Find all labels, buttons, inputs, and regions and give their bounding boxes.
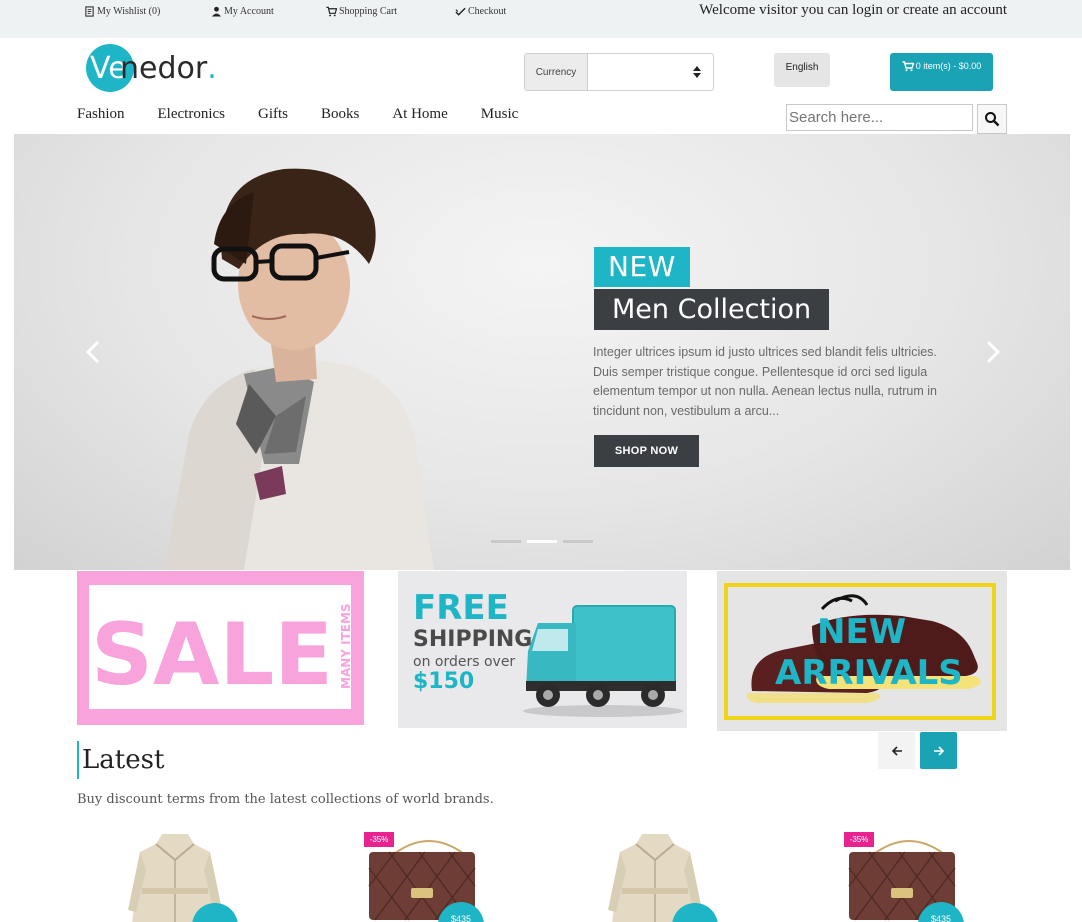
free-shipping-art: FREE SHIPPING on orders over $150 <box>413 588 683 717</box>
arrivals-line1: NEW <box>817 612 906 652</box>
sale-side-text: MANY ITEMS <box>339 603 353 689</box>
product-card[interactable] <box>110 828 270 922</box>
shop-now-button[interactable]: SHOP NOW <box>594 435 699 467</box>
latest-section-title: Latest <box>77 741 164 779</box>
wishlist-icon <box>85 6 94 17</box>
discount-badge: -35% <box>364 832 394 847</box>
currency-label: Currency <box>525 54 588 90</box>
cart-icon <box>902 61 914 72</box>
main-nav: Fashion Electronics Gifts Books At Home … <box>77 106 551 123</box>
nav-item-at-home[interactable]: At Home <box>392 106 447 123</box>
new-arrivals-banner[interactable]: NEW ARRIVALS <box>717 571 1007 731</box>
top-bar: My Wishlist (0) My Account Shopping Cart… <box>0 0 1082 38</box>
currency-select[interactable] <box>588 54 713 90</box>
sale-banner[interactable]: SALE MANY ITEMS <box>77 571 364 725</box>
nav-item-electronics[interactable]: Electronics <box>158 106 225 123</box>
nav-item-music[interactable]: Music <box>481 106 519 123</box>
product-card[interactable] <box>590 828 750 922</box>
shopping-cart-link[interactable]: Shopping Cart <box>326 6 397 17</box>
cart-icon <box>326 6 337 17</box>
sale-banner-art: SALE MANY ITEMS <box>91 603 353 705</box>
search-button[interactable] <box>977 104 1007 134</box>
new-arrivals-art: NEW ARRIVALS <box>724 583 996 720</box>
hero-prev-arrow[interactable] <box>84 340 104 364</box>
wishlist-link[interactable]: My Wishlist (0) <box>84 6 160 17</box>
cart-summary-label: 0 item(s) - $0.00 <box>915 61 982 71</box>
language-button[interactable]: English <box>774 53 830 87</box>
nav-item-gifts[interactable]: Gifts <box>258 106 288 123</box>
logo-dot: . <box>207 50 217 86</box>
arrow-left-icon <box>891 745 902 756</box>
search-icon <box>985 112 1000 127</box>
user-icon <box>211 6 222 17</box>
hero-slider: NEW Men Collection Integer ultrices ipsu… <box>14 134 1070 570</box>
nav-item-fashion[interactable]: Fashion <box>77 106 125 123</box>
checkout-link[interactable]: Checkout <box>455 6 506 17</box>
welcome-message[interactable]: Welcome visitor you can login or create … <box>699 2 1007 19</box>
check-icon <box>455 7 466 16</box>
latest-section-subtitle: Buy discount terms from the latest colle… <box>77 792 494 807</box>
latest-prev-button[interactable] <box>878 732 915 769</box>
shopping-cart-label: Shopping Cart <box>339 6 398 17</box>
hero-next-arrow[interactable] <box>982 340 1002 364</box>
wishlist-label: My Wishlist (0) <box>97 6 161 17</box>
hero-collection-title: Men Collection <box>594 289 830 330</box>
chevron-right-icon <box>986 340 1001 364</box>
shipping-line1: FREE <box>413 588 509 628</box>
shipping-line4: $150 <box>413 669 474 694</box>
latest-next-button[interactable] <box>920 732 957 769</box>
product-card[interactable]: -35% $435 <box>844 828 1004 922</box>
checkout-label: Checkout <box>468 6 507 17</box>
my-account-link[interactable]: My Account <box>211 6 274 17</box>
my-account-label: My Account <box>224 6 274 17</box>
slider-dot-1[interactable] <box>491 540 521 543</box>
shipping-line3: on orders over <box>413 654 515 670</box>
shipping-line2: SHIPPING <box>413 627 532 652</box>
product-card[interactable]: -35% $435 <box>364 828 524 922</box>
slider-dots <box>491 540 593 543</box>
search-input[interactable] <box>786 104 973 131</box>
slider-dot-2[interactable] <box>527 540 557 543</box>
logo-text: nedor <box>120 50 208 86</box>
arrow-right-icon <box>933 745 944 756</box>
slider-dot-3[interactable] <box>563 540 593 543</box>
cart-summary-button[interactable]: 0 item(s) - $0.00 <box>890 53 993 91</box>
free-shipping-banner[interactable]: FREE SHIPPING on orders over $150 <box>398 571 687 728</box>
hero-tag-new: NEW <box>594 247 690 287</box>
discount-badge: -35% <box>844 832 874 847</box>
site-logo[interactable]: Ve nedor . <box>86 44 217 92</box>
currency-selector[interactable]: Currency <box>524 53 714 91</box>
chevron-left-icon <box>85 340 100 364</box>
truck-icon <box>523 605 683 717</box>
nav-item-books[interactable]: Books <box>321 106 359 123</box>
hero-description: Integer ultrices ipsum id justo ultrices… <box>593 345 937 418</box>
sale-big-text: SALE <box>91 605 333 705</box>
arrivals-line2: ARRIVALS <box>775 653 963 693</box>
select-arrows-icon <box>693 66 701 78</box>
